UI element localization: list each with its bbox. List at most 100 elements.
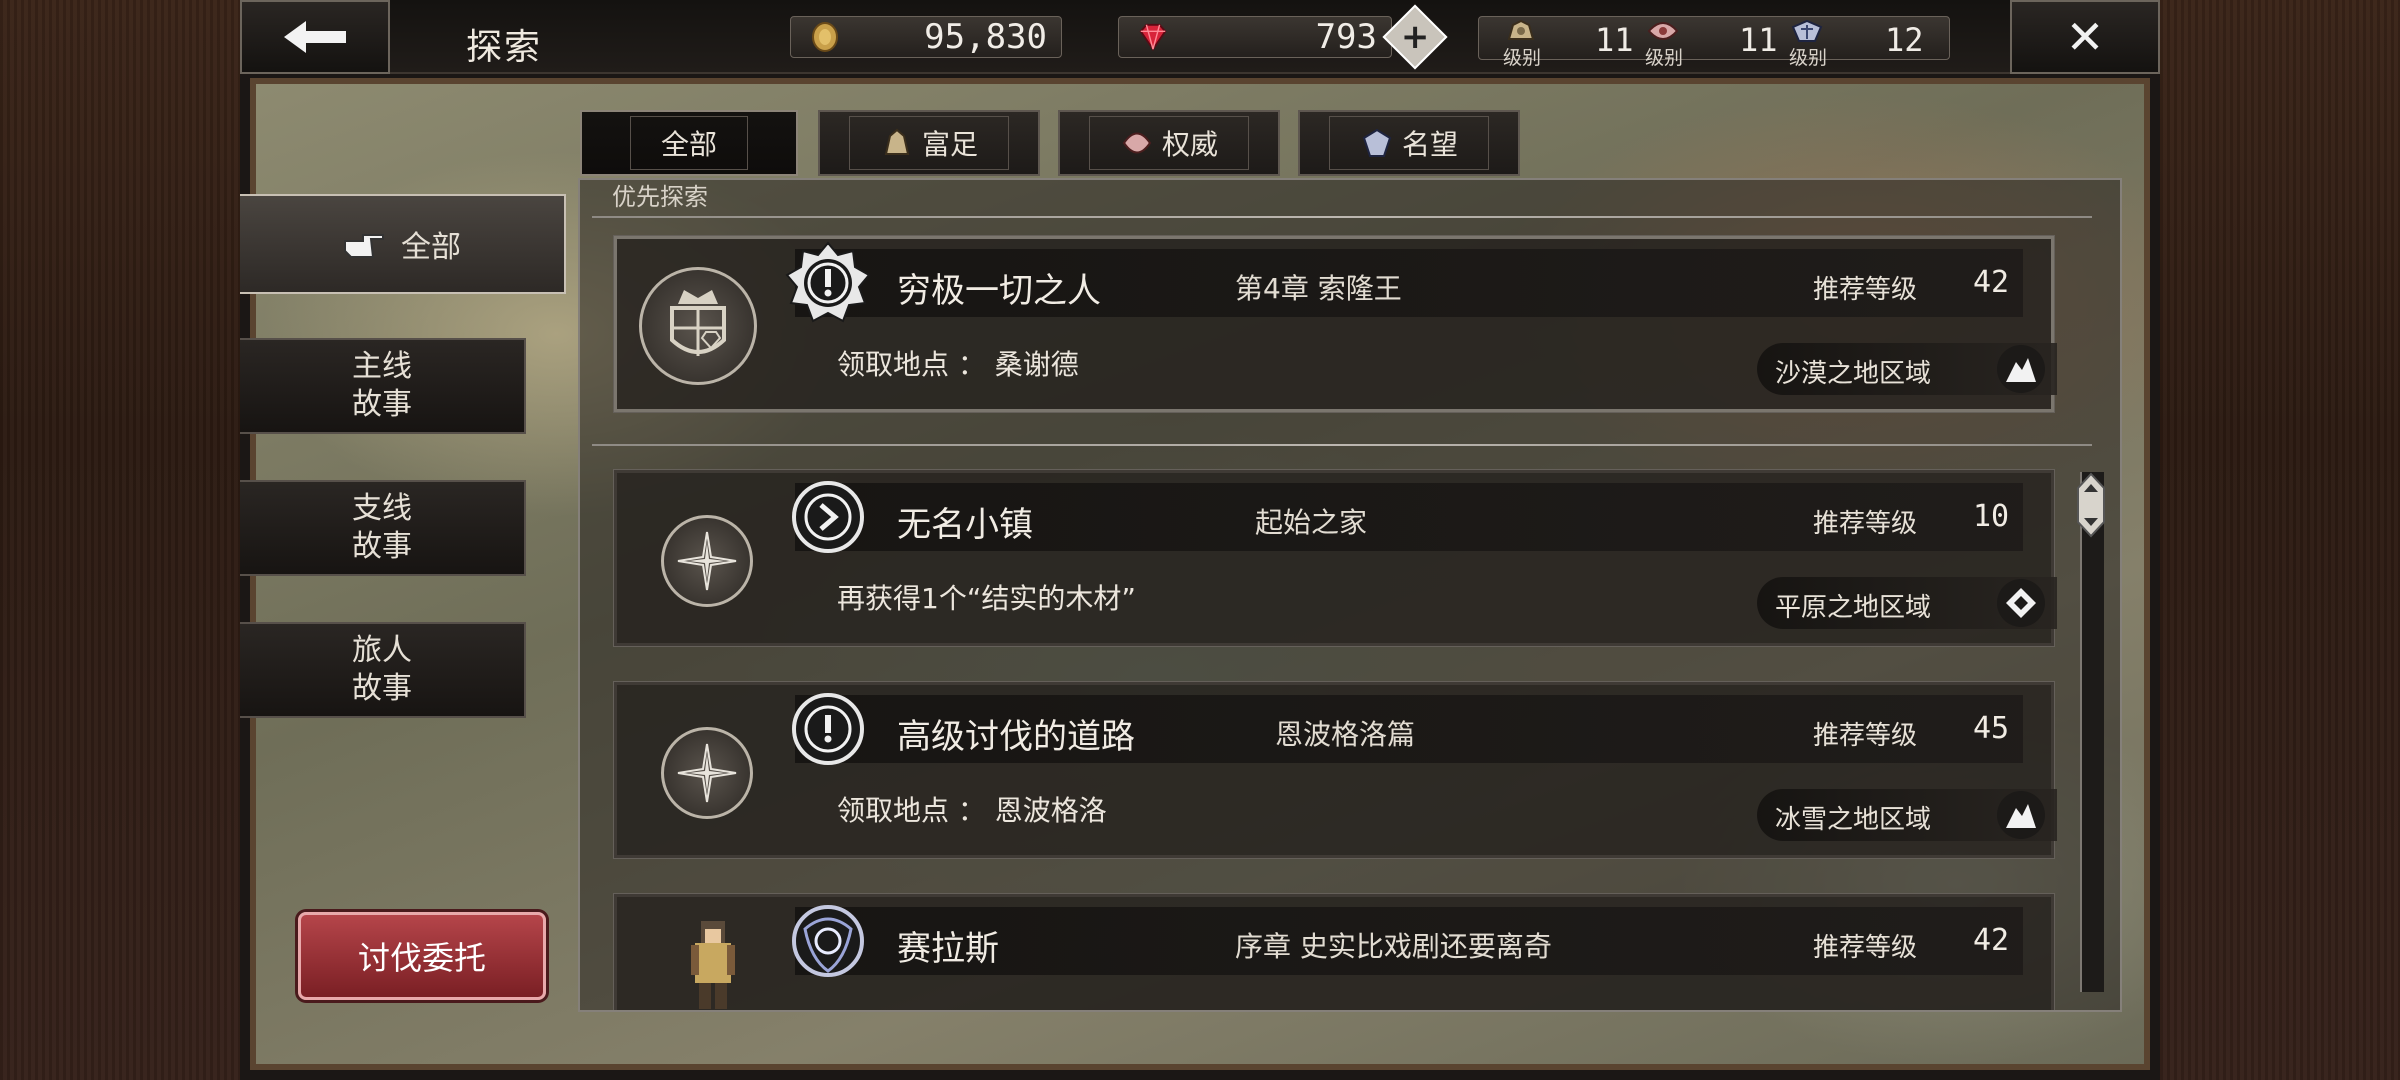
quest-card[interactable]: 无名小镇 起始之家 推荐等级 10 再获得1个“结实的木材” 平原之地区域 [613, 469, 2057, 647]
recommended-level-label: 推荐等级 [1813, 509, 1918, 539]
region-name: 沙漠之地区域 [1775, 359, 1932, 389]
recommended-level-label: 推荐等级 [1813, 933, 1918, 963]
section-divider [592, 216, 2092, 218]
quest-detail: 领取地点 ： 桑谢德 [837, 348, 1079, 381]
coin-icon [812, 22, 838, 52]
rank-fame-value: 12 [1885, 21, 1924, 59]
royal-crest-portrait [639, 267, 757, 385]
close-icon: ✕ [2065, 10, 2105, 64]
fame-crest-icon [1362, 128, 1392, 157]
recommended-level-label: 推荐等级 [1813, 721, 1918, 751]
tab-fame-label: 名望 [1401, 128, 1458, 161]
quest-chapter: 第4章 索隆王 [1235, 272, 1402, 305]
quest-chapter: 起始之家 [1255, 506, 1368, 539]
tab-all[interactable]: 全部 [580, 110, 798, 176]
tab-power-label: 权威 [1161, 128, 1218, 161]
desert-region-icon [2006, 358, 2036, 382]
sidebar-item-all[interactable]: 全部 [240, 194, 566, 294]
recommended-level-value: 42 [1973, 265, 2010, 300]
region-tag: 沙漠之地区域 [1757, 343, 2057, 395]
sidebar-main-line2: 故事 [352, 387, 412, 422]
region-icon [1997, 791, 2045, 839]
sidebar-traveler-line1: 旅人 [352, 633, 412, 668]
recommended-level-value: 10 [1973, 499, 2010, 534]
power-crest-icon [1647, 22, 1679, 40]
close-button[interactable]: ✕ [2010, 0, 2160, 74]
quest-title: 穷极一切之人 [897, 271, 1101, 311]
tab-power[interactable]: 权威 [1058, 110, 1280, 176]
arrow-badge-icon [792, 481, 864, 553]
sidebar-main-line1: 主线 [352, 349, 412, 384]
quest-title-strip: 赛拉斯 序章 史实比戏剧还要离奇 推荐等级 42 [792, 905, 2023, 977]
coin-value: 95,830 [924, 17, 1047, 57]
right-wood-border [2160, 0, 2400, 1080]
left-wood-border [0, 0, 240, 1080]
sidebar-traveler-line2: 故事 [352, 671, 412, 706]
quest-chapter: 序章 史实比戏剧还要离奇 [1235, 930, 1552, 963]
tab-rich-label: 富足 [921, 128, 978, 161]
region-name: 冰雪之地区域 [1775, 805, 1932, 835]
quest-card[interactable]: 穷极一切之人 第4章 索隆王 推荐等级 42 领取地点 ： 桑谢德 沙漠之地区域 [613, 235, 2057, 413]
quest-title: 无名小镇 [897, 505, 1033, 545]
ruby-gem-icon [1139, 23, 1167, 51]
sidebar-item-side-story[interactable]: 支线 故事 [240, 480, 526, 576]
quest-title-strip: 无名小镇 起始之家 推荐等级 10 [792, 481, 2023, 553]
quest-title-strip: 穷极一切之人 第4章 索隆王 推荐等级 42 [785, 241, 2023, 323]
exclamation-badge-icon [785, 241, 871, 323]
power-crest-icon [1122, 132, 1152, 154]
recommended-level-label: 推荐等级 [1813, 275, 1918, 305]
quest-card[interactable]: 高级讨伐的道路 恩波格洛篇 推荐等级 45 领取地点 ： 恩波格洛 冰雪之地区域 [613, 681, 2057, 859]
rank-rich-label: 级别 [1503, 47, 1542, 69]
region-icon [1997, 345, 2045, 393]
region-icon [1997, 579, 2045, 627]
recommended-level-value: 45 [1973, 711, 2010, 746]
crown-shield-icon [670, 290, 726, 356]
exclamation-badge-icon [792, 693, 864, 765]
traveler-badge-icon [792, 905, 864, 977]
list-scrollbar[interactable] [2077, 472, 2105, 992]
scroll-thumb-icon[interactable] [2076, 472, 2106, 538]
traveler-sprite-icon [691, 921, 735, 1009]
rank-rich-value: 11 [1595, 21, 1634, 59]
compass-star-icon [677, 743, 737, 803]
plains-region-icon [2006, 588, 2036, 618]
quest-title: 赛拉斯 [897, 929, 999, 969]
region-name: 平原之地区域 [1775, 593, 1932, 623]
sidebar-item-traveler-story[interactable]: 旅人 故事 [240, 622, 526, 718]
back-button[interactable] [240, 0, 390, 74]
back-arrow-icon [284, 21, 346, 53]
compass-star-icon [677, 531, 737, 591]
rank-power-label: 级别 [1645, 47, 1684, 69]
rank-power-value: 11 [1739, 21, 1778, 59]
sidebar-side-line1: 支线 [352, 491, 412, 526]
tab-fame[interactable]: 名望 [1298, 110, 1520, 176]
quest-list-panel: 优先探索 穷极一切之人 第4章 索隆王 推荐等级 42 领取地点 ： 桑谢德 沙… [578, 178, 2122, 1012]
recommended-level-value: 42 [1973, 923, 2010, 958]
sidebar-item-main-story[interactable]: 主线 故事 [240, 338, 526, 434]
coin-counter: 95,830 [790, 16, 1062, 58]
page-title: 探索 [466, 27, 543, 68]
quest-title: 高级讨伐的道路 [897, 717, 1135, 757]
quest-emblem [661, 727, 753, 819]
quest-detail: 领取地点 ： 恩波格洛 [837, 794, 1107, 827]
tab-rich[interactable]: 富足 [818, 110, 1040, 176]
rank-levels-bar: 级别 11 级别 11 级别 12 [1478, 16, 1950, 69]
priority-section-label: 优先探索 [612, 183, 708, 211]
quest-detail: 再获得1个“结实的木材” [837, 582, 1136, 615]
pointing-hand-icon [344, 234, 384, 258]
fame-crest-icon [1791, 19, 1823, 42]
section-divider [592, 444, 2092, 446]
gem-value: 793 [1315, 17, 1377, 57]
region-tag: 平原之地区域 [1757, 577, 2057, 629]
hunt-request-button[interactable]: 讨伐委托 [298, 912, 546, 1000]
tab-all-label: 全部 [660, 128, 717, 161]
rich-crest-icon [884, 128, 910, 155]
quest-emblem [661, 515, 753, 607]
sidebar-side-line2: 故事 [352, 529, 412, 564]
quest-card[interactable]: 赛拉斯 序章 史实比戏剧还要离奇 推荐等级 42 [613, 893, 2055, 1010]
quest-title-strip: 高级讨伐的道路 恩波格洛篇 推荐等级 45 [792, 693, 2023, 765]
gem-counter: 793 [1118, 16, 1392, 58]
sidebar-item-all-label: 全部 [401, 230, 461, 265]
rich-crest-icon [1507, 19, 1535, 40]
quest-chapter: 恩波格洛篇 [1275, 718, 1416, 751]
